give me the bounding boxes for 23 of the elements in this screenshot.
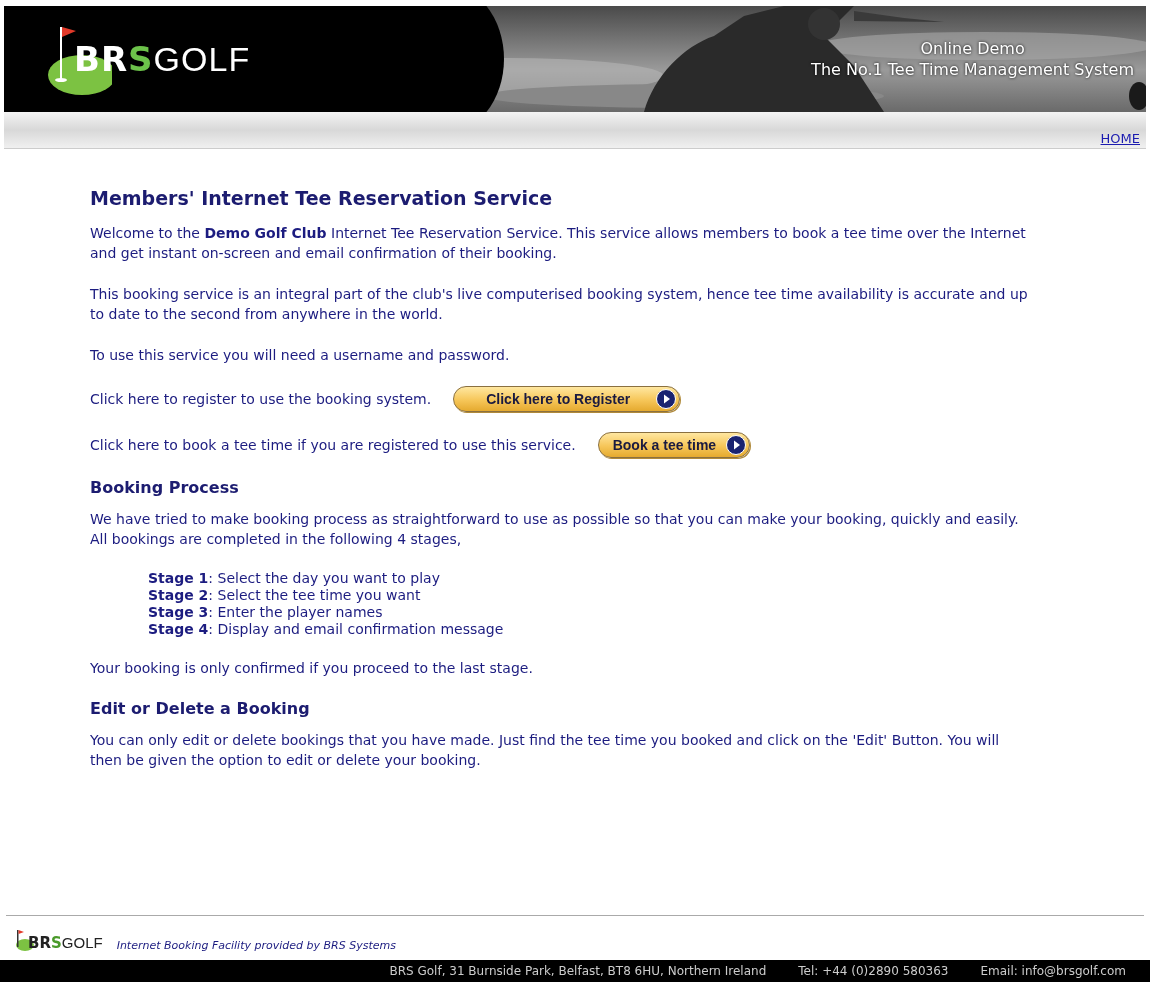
contact-text: Tel: +44 (0)2890 580363 (798, 964, 949, 978)
credit-text: Internet Booking Facility provided by BRS Systems (116, 939, 396, 952)
stage-item: Stage 4: Display and email confirmation message (148, 621, 505, 638)
tagline-text: Online Demo (920, 38, 1025, 59)
action-button[interactable]: Click here to Register (453, 386, 681, 412)
contact-text: Email: info@brsgolf.com (980, 964, 1126, 978)
nav-link[interactable]: HOME (1100, 131, 1146, 148)
paragraph: You can only edit or delete bookings that you have made. Just find the tee time you booked and click on the 'Edit' Button. You will then be given the option to edit or delete your booking. (90, 731, 1001, 770)
paragraph: Your booking is only confirmed if you proceed to the last stage. (90, 659, 534, 678)
stage-item: Stage 2: Select the tee time you want (148, 587, 422, 604)
section-heading: Edit or Delete a Booking (90, 699, 311, 718)
section-heading: Booking Process (90, 478, 240, 497)
instruction-text: Click here to register to use the booking system. (90, 391, 432, 407)
instruction-text: Click here to book a tee time if you are registered to use this service. (90, 437, 576, 453)
page-title: Members' Internet Tee Reservation Service (90, 187, 554, 209)
stage-item: Stage 1: Select the day you want to play (148, 570, 441, 587)
paragraph: We have tried to make booking process as straightforward to use as possible so that you can make your booking, quickly and easily. All bookings are completed in the following 4 stages, (90, 510, 1020, 549)
contact-text: BRS Golf, 31 Burnside Park, Belfast, BT8 6HU, Northern Ireland (389, 964, 767, 978)
paragraph: This booking service is an integral part of the club's live computerised booking system, hence tee time availability is accurate and up to date to the second from anywhere in the world. (90, 285, 1029, 324)
paragraph: Welcome to the Demo Golf Club Internet Tee Reservation Service. This service allows members to book a tee time over the Internet and get instant on-screen and email confirmation of their booking. (90, 224, 1027, 263)
paragraph: To use this service you will need a username and password. (90, 346, 511, 365)
action-button[interactable]: Book a tee time (597, 432, 751, 458)
stage-item: Stage 3: Enter the player names (148, 604, 384, 621)
